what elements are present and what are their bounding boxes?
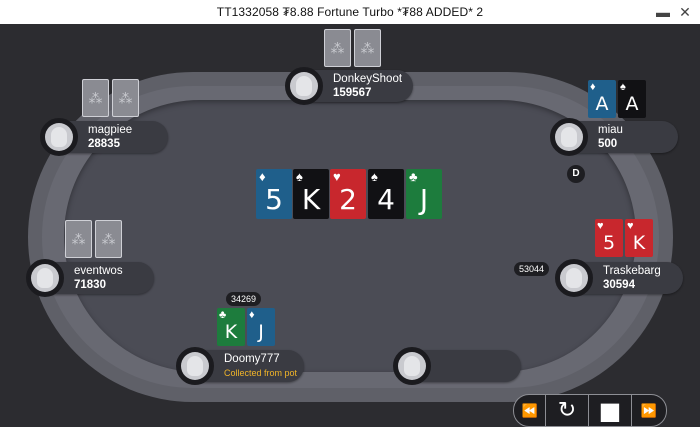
replay-button[interactable]: ↻ — [545, 394, 589, 427]
player-chips: 30594 — [603, 279, 635, 291]
board-card: ♠ 4 — [368, 169, 404, 219]
player-name: Doomy777 — [224, 353, 280, 365]
avatar — [555, 259, 593, 297]
card-back: ⁂ — [95, 220, 122, 258]
card-back: ⁂ — [354, 29, 381, 67]
player-chips: 71830 — [74, 279, 106, 291]
bet-amount: 53044 — [514, 262, 550, 276]
player-name: miau — [598, 124, 623, 136]
board-card: ♥ 2 — [330, 169, 366, 219]
fast-forward-button[interactable]: ⏩ — [631, 394, 667, 427]
replay-icon: ↻ — [557, 398, 577, 423]
card-back: ⁂ — [112, 79, 139, 117]
board-card: ♦ 5 — [256, 169, 292, 219]
avatar — [26, 259, 64, 297]
player-name: eventwos — [74, 265, 123, 277]
stop-icon: ■ — [598, 396, 622, 425]
player-status-note: Collected from pot — [224, 368, 298, 378]
card-back: ⁂ — [65, 220, 92, 258]
board-card: ♣ J — [406, 169, 442, 219]
stop-button[interactable]: ■ — [588, 394, 632, 427]
avatar — [176, 347, 214, 385]
hole-card: ♠ A — [618, 80, 646, 118]
board-card: ♠ K — [293, 169, 329, 219]
hole-card: ♥ 5 — [595, 219, 623, 257]
avatar — [40, 118, 78, 156]
rewind-icon: ⏪ — [521, 402, 539, 418]
fast-forward-icon: ⏩ — [640, 402, 658, 418]
player-name: Traskebarg — [603, 265, 661, 277]
player-name: magpiee — [88, 124, 133, 136]
card-back: ⁂ — [82, 79, 109, 117]
dealer-button: D — [567, 165, 585, 183]
hole-card: ♥ K — [625, 219, 653, 257]
player-chips: 159567 — [333, 87, 372, 99]
window-title: TT1332058 ₮8.88 Fortune Turbo *₮88 ADDED… — [216, 5, 484, 19]
window-titlebar: TT1332058 ₮8.88 Fortune Turbo *₮88 ADDED… — [0, 0, 700, 24]
hole-card: ♦ A — [588, 80, 616, 118]
rewind-button[interactable]: ⏪ — [513, 394, 547, 427]
player-name: DonkeyShoot — [333, 73, 403, 85]
card-back: ⁂ — [324, 29, 351, 67]
avatar — [550, 118, 588, 156]
bet-amount: 34269 — [226, 292, 262, 306]
player-chips: 28835 — [88, 138, 120, 150]
minimize-icon[interactable]: ▬ — [654, 3, 672, 21]
hole-card: ♣ K — [217, 308, 245, 346]
close-icon[interactable]: ✕ — [676, 3, 694, 21]
avatar — [285, 67, 323, 105]
avatar — [393, 347, 431, 385]
hole-card: ♦ J — [247, 308, 275, 346]
player-chips: 500 — [598, 138, 618, 150]
